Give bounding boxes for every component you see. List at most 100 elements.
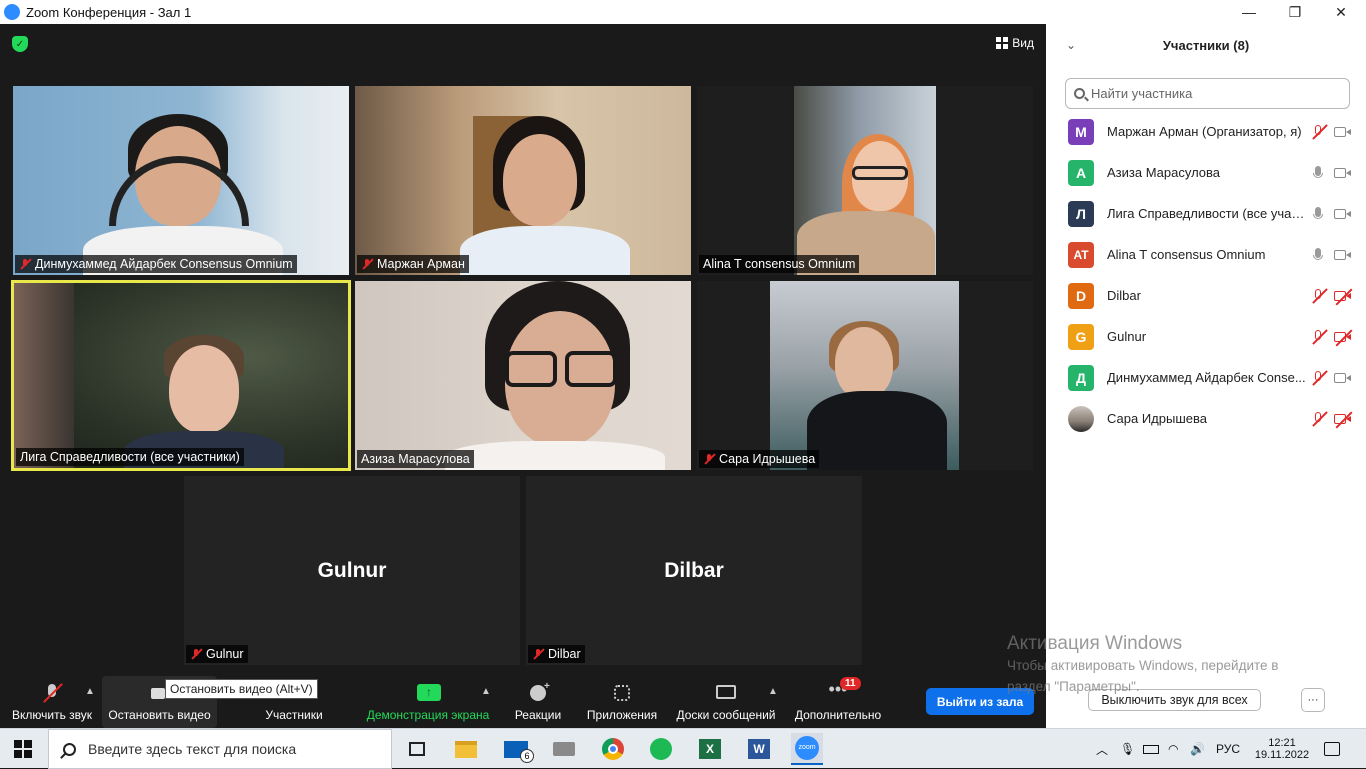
mute-all-button[interactable]: Выключить звук для всех [1088,689,1261,711]
video-tile[interactable]: Alina T consensus Omnium [697,86,1033,275]
participant-row[interactable]: Сара Идрышева [1046,398,1366,439]
camera-on-icon[interactable] [1334,248,1352,262]
participant-row[interactable]: A Азиза Марасулова [1046,152,1366,193]
participant-avatar [1068,405,1094,432]
tile-nameplate: Alina T consensus Omnium [699,255,860,273]
tile-name: Alina T consensus Omnium [703,257,856,271]
stop-video-label: Остановить видео [108,708,211,722]
mic-muted-icon[interactable] [1311,123,1328,140]
search-icon [63,742,76,756]
mic-on-icon[interactable] [1311,247,1325,263]
more-badge: 11 [840,677,861,690]
participant-row[interactable]: Д Динмухаммед Айдарбек Conse... [1046,357,1366,398]
participant-row[interactable]: D Dilbar [1046,275,1366,316]
video-tile[interactable]: Динмухаммед Айдарбек Consensus Omnium [13,86,349,275]
whiteboard-icon [715,684,737,702]
participants-icon [283,684,305,702]
taskbar-search-input[interactable]: Введите здесь текст для поиска [48,729,392,769]
panel-more-button[interactable]: ··· [1301,688,1325,712]
camera-off-icon[interactable] [1334,288,1353,305]
mail-badge: 6 [520,749,534,763]
excel-icon[interactable]: X [694,733,726,765]
reactions-label: Реакции [514,708,562,722]
audio-options-caret-icon[interactable]: ▲ [85,686,95,697]
video-tile-no-video[interactable]: Gulnur Gulnur [184,476,520,665]
tray-mic-icon[interactable]: 🎙 [1120,729,1135,769]
share-options-caret-icon[interactable]: ▲ [481,686,491,697]
camera-on-icon[interactable] [1334,125,1352,139]
camera-on-icon[interactable] [1334,207,1352,221]
battery-icon[interactable] [1143,729,1159,769]
apps-button[interactable]: Приложения [582,676,662,728]
camera-off-icon[interactable] [1334,329,1353,346]
leave-room-button[interactable]: Выйти из зала [926,688,1034,715]
unmute-button[interactable]: Включить звук [8,676,96,728]
wifi-icon[interactable]: ◠ [1168,729,1178,769]
chrome-icon[interactable] [597,733,629,765]
mic-muted-icon [190,648,202,660]
camera-off-icon[interactable] [1334,411,1353,428]
participants-panel: ⌄ Участники (8) Найти участника M Маржан … [1046,24,1366,728]
close-button[interactable]: ✕ [1318,0,1364,24]
zoom-taskbar-icon[interactable]: zoom [791,733,823,765]
task-view-icon[interactable] [401,733,433,765]
participant-row[interactable]: AT Alina T consensus Omnium [1046,234,1366,275]
tray-overflow-chevron-icon[interactable]: ︿ [1096,729,1108,769]
mic-muted-icon[interactable] [1311,369,1328,386]
windows-taskbar: Введите здесь текст для поиска 6 X W zoo… [0,728,1366,769]
reactions-button[interactable]: + Реакции [508,676,568,728]
mic-on-icon[interactable] [1311,206,1325,222]
tile-name: Лига Справедливости (все участники) [20,450,240,464]
mic-on-icon[interactable] [1311,165,1325,181]
whiteboard-options-caret-icon[interactable]: ▲ [768,686,778,697]
tile-nameplate: Лига Справедливости (все участники) [16,448,244,466]
participant-name: Динмухаммед Айдарбек Conse... [1107,370,1306,385]
tile-nameplate: Сара Идрышева [699,450,820,468]
minimize-button[interactable]: — [1226,0,1272,24]
more-label: Дополнительно [794,708,882,722]
tile-big-name: Gulnur [317,558,387,582]
view-button[interactable]: Вид [996,36,1034,50]
spotify-icon[interactable] [645,733,677,765]
maximize-button[interactable]: ❐ [1272,0,1318,24]
participant-search-input[interactable]: Найти участника [1065,78,1350,109]
video-tile-active-speaker[interactable]: Лига Справедливости (все участники) [11,280,351,471]
participant-avatar: G [1068,323,1094,350]
printer-icon[interactable] [548,733,580,765]
video-tile-no-video[interactable]: Dilbar Dilbar [526,476,862,665]
share-screen-label: Демонстрация экрана [366,708,490,722]
participant-avatar: Д [1068,364,1094,391]
participant-row[interactable]: G Gulnur [1046,316,1366,357]
video-tile[interactable]: Сара Идрышева [697,281,1033,470]
file-explorer-icon[interactable] [450,733,482,765]
whiteboards-label: Доски сообщений [676,708,776,722]
volume-icon[interactable]: 🔊 [1190,729,1205,769]
word-icon[interactable]: W [743,733,775,765]
windows-start-icon[interactable] [14,740,32,758]
language-indicator[interactable]: РУС [1216,729,1240,769]
camera-on-icon[interactable] [1334,371,1352,385]
encryption-shield-icon[interactable]: ✓ [12,36,28,52]
share-screen-button[interactable]: ↑ Демонстрация экрана [364,676,492,728]
zoom-logo-icon [4,4,20,20]
more-button[interactable]: ••• Дополнительно [790,676,886,728]
notifications-icon[interactable] [1324,729,1340,769]
whiteboards-button[interactable]: Доски сообщений [672,676,780,728]
mic-muted-icon [703,453,715,465]
reactions-smiley-icon: + [527,681,550,702]
grid-view-icon [996,37,1009,49]
mic-muted-icon[interactable] [1311,410,1328,427]
mail-icon[interactable]: 6 [500,733,534,765]
participant-row[interactable]: M Маржан Арман (Организатор, я) [1046,111,1366,152]
search-icon [1074,88,1085,99]
mic-muted-icon[interactable] [1311,287,1328,304]
camera-on-icon[interactable] [1334,166,1352,180]
video-tile[interactable]: Азиза Марасулова [355,281,691,470]
video-tile[interactable]: Маржан Арман [355,86,691,275]
participant-name: Gulnur [1107,329,1147,344]
participants-button[interactable]: Участники [258,676,330,728]
mic-muted-icon[interactable] [1311,328,1328,345]
participant-row[interactable]: Л Лига Справедливости (все учас... [1046,193,1366,234]
clock[interactable]: 12:21 19.11.2022 [1254,729,1310,769]
meeting-toolbar: Включить звук ▲ Остановить видео Останов… [0,676,1046,728]
